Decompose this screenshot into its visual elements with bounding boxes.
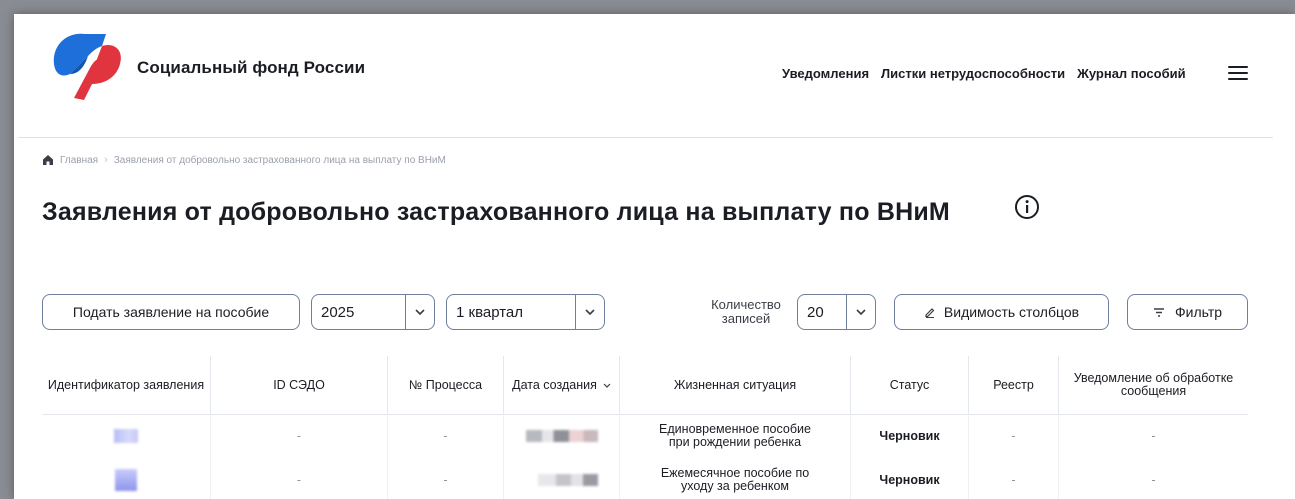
nav-notifications[interactable]: Уведомления [782, 66, 869, 81]
nav-benefits-journal[interactable]: Журнал пособий [1077, 66, 1186, 81]
chevron-down-icon[interactable] [575, 295, 604, 329]
cell-status: Черновик [851, 414, 969, 458]
home-icon[interactable] [42, 154, 54, 166]
cell-application-id[interactable] [42, 414, 211, 458]
breadcrumb-home[interactable]: Главная [60, 155, 98, 166]
pencil-icon [925, 308, 935, 318]
chevron-down-icon[interactable] [603, 383, 611, 388]
table-header: Идентификатор заявления ID СЭДО № Процес… [42, 356, 1248, 415]
submit-application-button[interactable]: Подать заявление на пособие [42, 294, 300, 330]
hamburger-icon[interactable] [1228, 66, 1248, 80]
filter-label: Фильтр [1174, 304, 1223, 320]
brand-name: Социальный фонд России [137, 58, 366, 77]
breadcrumb: Главная › Заявления от добровольно застр… [42, 154, 446, 166]
breadcrumb-separator-icon: › [104, 154, 108, 166]
col-created-date[interactable]: Дата создания [504, 356, 620, 414]
year-select-value: 2025 [321, 303, 355, 321]
header-divider [18, 137, 1273, 138]
cell-processing-notice: - [1151, 428, 1156, 443]
records-count-select[interactable]: 20 [797, 294, 876, 330]
quarter-select-value: 1 квартал [456, 303, 524, 321]
cell-created-date [504, 414, 620, 458]
col-registry[interactable]: Реестр [969, 356, 1059, 414]
cell-process-number: - [388, 414, 504, 458]
cell-life-situation: Ежемесячное пособие по уходу за ребенком [620, 458, 851, 499]
table-row[interactable]: - - Ежемесячное пособие по уходу за ребе… [42, 458, 1248, 499]
col-status[interactable]: Статус [851, 356, 969, 414]
cell-sedo-id: - [211, 458, 388, 499]
cell-status: Черновик [851, 458, 969, 499]
cell-life-situation: Единовременное пособие при рождении ребе… [620, 414, 851, 458]
cell-registry: - [969, 458, 1059, 499]
col-created-date-label: Дата создания [512, 377, 597, 392]
year-select[interactable]: 2025 [311, 294, 435, 330]
page-title: Заявления от добровольно застрахованного… [42, 198, 950, 226]
redacted-id[interactable] [115, 469, 137, 491]
records-count-label: Количество записей [711, 297, 781, 326]
breadcrumb-current: Заявления от добровольно застрахованного… [113, 154, 446, 166]
col-sedo-id[interactable]: ID СЭДО [211, 356, 388, 414]
redacted-id[interactable] [114, 429, 138, 443]
chevron-down-icon[interactable] [405, 295, 434, 329]
filter-icon [1153, 307, 1164, 317]
cell-processing-notice: - [1151, 472, 1156, 487]
quarter-select[interactable]: 1 квартал [446, 294, 605, 330]
cell-registry: - [969, 414, 1059, 458]
column-visibility-label: Видимость столбцов [943, 304, 1080, 320]
col-life-situation[interactable]: Жизненная ситуация [620, 356, 851, 414]
app-window: Социальный фонд России Уведомления Листк… [14, 14, 1295, 499]
cell-created-date [504, 458, 620, 499]
col-process-number[interactable]: № Процесса [388, 356, 504, 414]
col-application-id[interactable]: Идентификатор заявления [42, 356, 211, 414]
info-circle-icon[interactable] [1014, 194, 1040, 220]
col-processing-notice[interactable]: Уведомление об обработке сообщения [1059, 356, 1248, 414]
table-row[interactable]: - - Единовременное пособие при рождении … [42, 414, 1248, 458]
cell-application-id[interactable] [42, 458, 211, 499]
cell-sedo-id: - [211, 414, 388, 458]
redacted-date [537, 474, 598, 486]
chevron-down-icon[interactable] [846, 295, 875, 329]
sfr-logo[interactable] [44, 28, 130, 102]
cell-process-number: - [388, 458, 504, 499]
redacted-date [525, 430, 598, 442]
column-visibility-button[interactable]: Видимость столбцов [894, 294, 1109, 330]
records-count-value: 20 [807, 303, 824, 321]
filter-button[interactable]: Фильтр [1127, 294, 1248, 330]
nav-sick-leave[interactable]: Листки нетрудоспособности [881, 66, 1065, 81]
top-nav: Уведомления Листки нетрудоспособности Жу… [782, 66, 1186, 81]
